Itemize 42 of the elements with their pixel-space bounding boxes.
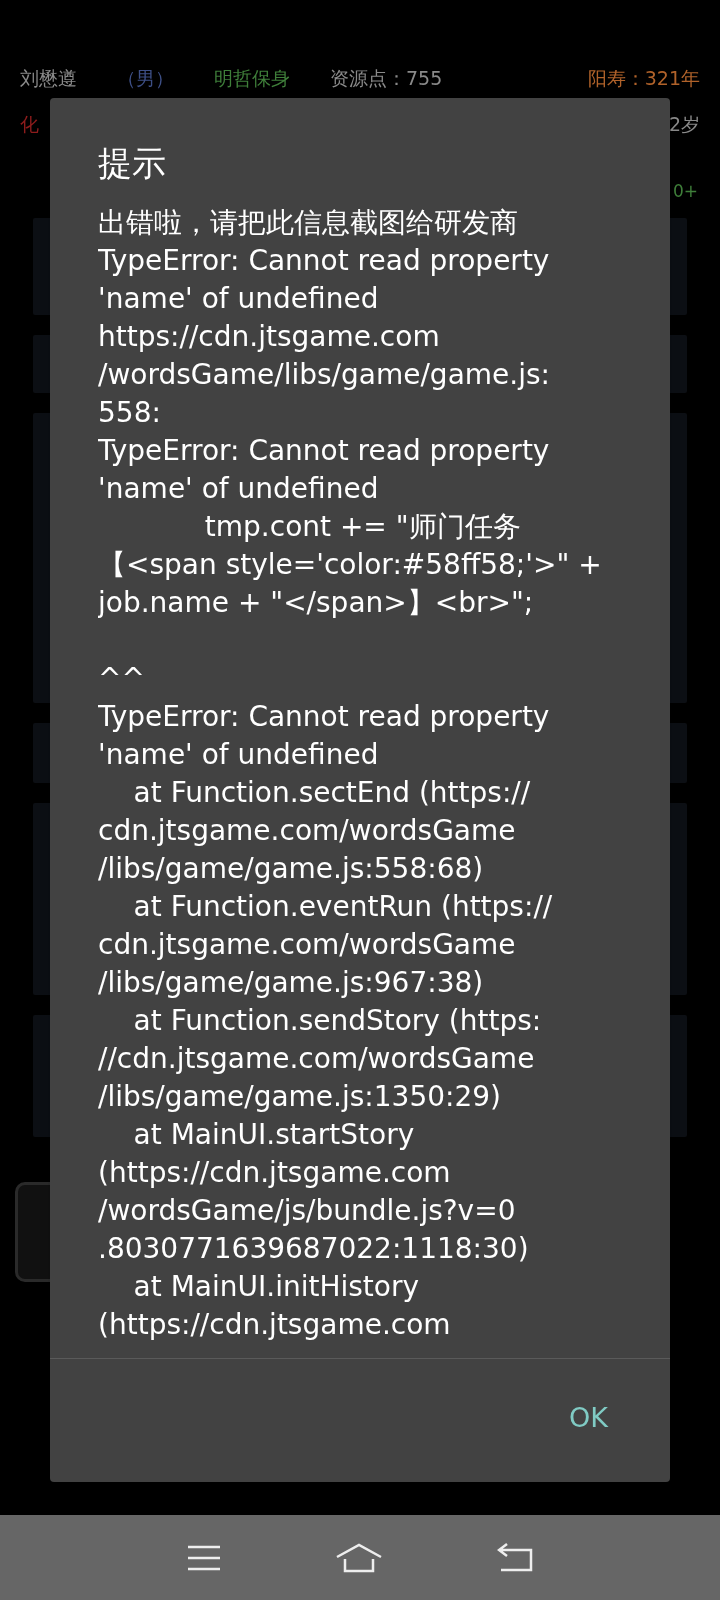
- error-line: TypeError: Cannot read property: [98, 243, 551, 279]
- error-line: /libs/game/game.js:558:68): [98, 851, 485, 887]
- error-line: at Function.eventRun (https://: [132, 889, 554, 925]
- error-line: cdn.jtsgame.com/wordsGame: [98, 927, 517, 963]
- ok-button[interactable]: OK: [555, 1388, 622, 1449]
- error-line: 【<span style='color:#58ff58;'>" +: [98, 547, 603, 583]
- error-line: /wordsGame/js/bundle.js?v=0: [98, 1193, 517, 1229]
- home-icon[interactable]: [335, 1542, 383, 1573]
- header-text: （男）: [117, 66, 174, 90]
- error-line: /wordsGame/libs/game/game.js:: [98, 357, 551, 393]
- error-line: at Function.sectEnd (https://: [132, 775, 532, 811]
- error-line: cdn.jtsgame.com/wordsGame: [98, 813, 517, 849]
- dialog-title: 提示: [98, 143, 166, 183]
- error-line: at MainUI.initHistory: [132, 1269, 421, 1305]
- error-line: (https://cdn.jtsgame.com: [98, 1155, 452, 1191]
- header-text: 资源点：755: [330, 66, 443, 90]
- error-line: 'name' of undefined: [98, 737, 380, 773]
- error-line: job.name + "</span>】<br>";: [98, 585, 535, 621]
- back-icon[interactable]: [497, 1542, 533, 1573]
- info-text: 化: [20, 112, 39, 137]
- error-line: https://cdn.jtsgame.com: [98, 319, 441, 355]
- error-line: /libs/game/game.js:967:38): [98, 965, 485, 1001]
- error-line: (https://cdn.jtsgame.com: [98, 1307, 452, 1343]
- header-text: 明哲保身: [214, 66, 290, 90]
- error-line: //cdn.jtsgame.com/wordsGame: [98, 1041, 536, 1077]
- error-line: 'name' of undefined: [98, 471, 380, 507]
- error-line: 出错啦，请把此信息截图给研发商: [98, 205, 519, 241]
- error-line: at Function.sendStory (https:: [132, 1003, 543, 1039]
- error-line: .8030771639687022:1118:30): [98, 1231, 530, 1267]
- error-line: TypeError: Cannot read property: [98, 433, 551, 469]
- error-line: ^^: [98, 661, 146, 697]
- info-text: 0+: [672, 179, 698, 203]
- error-line: 'name' of undefined: [98, 281, 380, 317]
- error-line: at MainUI.startStory: [132, 1117, 416, 1153]
- menu-icon[interactable]: [187, 1544, 221, 1571]
- error-line: 558:: [98, 395, 162, 431]
- error-line: TypeError: Cannot read property: [98, 699, 551, 735]
- error-line: /libs/game/game.js:1350:29): [98, 1079, 503, 1115]
- error-line: tmp.cont += "师门任务: [203, 509, 522, 545]
- header-text: 刘懋遵: [20, 66, 77, 90]
- info-text: 2岁: [668, 112, 700, 137]
- header-text: 阳寿：321年: [587, 66, 700, 90]
